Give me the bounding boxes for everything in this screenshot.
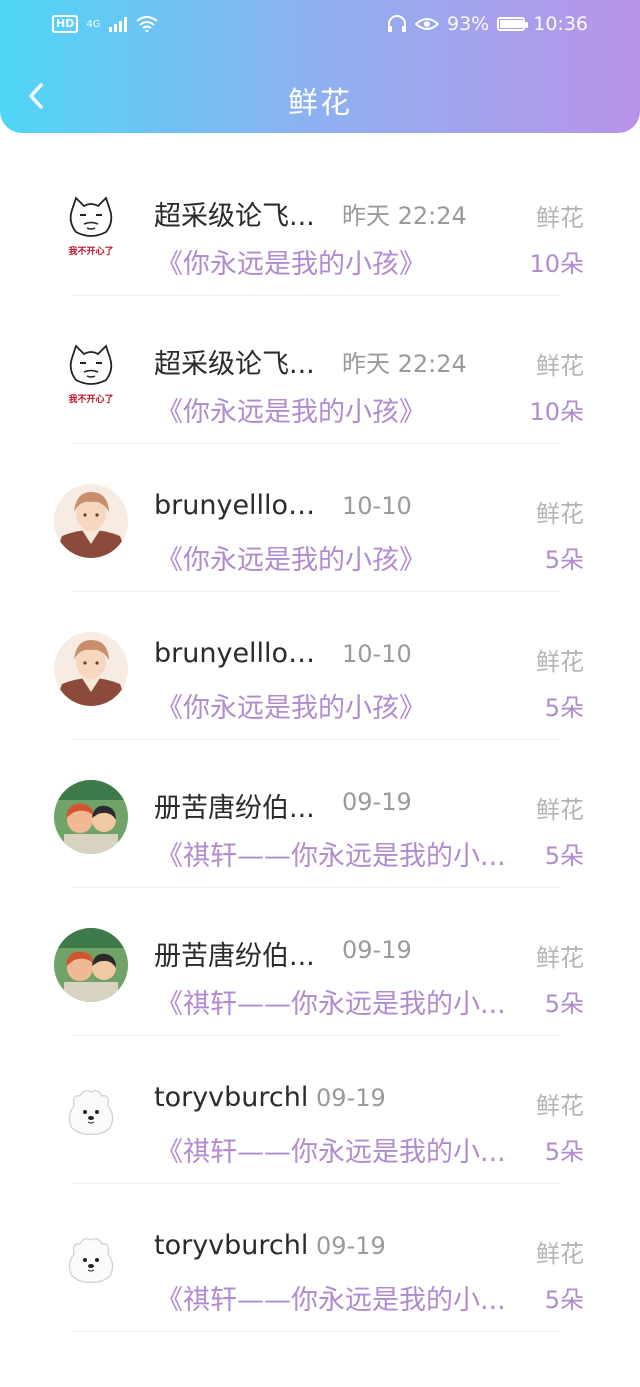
gift-time: 昨天 22:24 (342, 350, 467, 378)
book-title[interactable]: 《你永远是我的小孩》 (156, 538, 426, 577)
flower-gift-list: 我不开心了 超采级论飞... 昨天 22:24 《你永远是我的小孩》 鲜花 10朵 我不开心… (0, 148, 640, 1332)
gift-record-row[interactable]: brunyellloc... 10-10 《你永远是我的小孩》 鲜花 5朵 (0, 592, 640, 740)
gift-type: 鲜花 (536, 1092, 584, 1120)
avatar[interactable] (54, 484, 128, 558)
battery-fill (500, 20, 523, 28)
status-right: 93% 10:36 (387, 13, 588, 35)
gift-record-row[interactable]: toryvburchl 09-19 《祺轩——你永远是我的小... 鲜花 5朵 (0, 1036, 640, 1184)
gift-record-row[interactable]: 册苦唐纷伯... 09-19 《祺轩——你永远是我的小... 鲜花 5朵 (0, 888, 640, 1036)
user-name[interactable]: toryvburchl (154, 1082, 308, 1113)
gift-record-row[interactable]: 我不开心了 超采级论飞... 昨天 22:24 《你永远是我的小孩》 鲜花 10朵 (0, 296, 640, 444)
avatar-caption: 我不开心了 (68, 393, 113, 405)
signal-icon (109, 17, 128, 32)
gift-type: 鲜花 (536, 648, 584, 676)
user-name[interactable]: toryvburchl (154, 1230, 308, 1261)
headphones-icon (388, 15, 406, 32)
user-name[interactable]: 册苦唐纷伯... (154, 786, 315, 825)
gift-type: 鲜花 (536, 204, 584, 232)
battery-icon (497, 17, 529, 31)
gift-type: 鲜花 (536, 944, 584, 972)
gift-record-row[interactable]: toryvburchl 09-19 《祺轩——你永远是我的小... 鲜花 5朵 (0, 1184, 640, 1332)
gift-count: 10朵 (529, 398, 584, 426)
gift-count: 5朵 (544, 1138, 584, 1166)
gift-record-row[interactable]: 册苦唐纷伯... 09-19 《祺轩——你永远是我的小... 鲜花 5朵 (0, 740, 640, 888)
eye-comfort-icon (415, 18, 439, 30)
gift-type: 鲜花 (536, 796, 584, 824)
avatar[interactable]: 我不开心了 (54, 188, 128, 262)
user-name[interactable]: brunyellloc... (154, 638, 324, 669)
avatar-caption: 我不开心了 (68, 245, 113, 257)
status-left: HD 4G (52, 15, 159, 33)
book-title[interactable]: 《祺轩——你永远是我的小... (156, 1130, 506, 1169)
gift-record-row[interactable]: brunyellloc... 10-10 《你永远是我的小孩》 鲜花 5朵 (0, 444, 640, 592)
book-title[interactable]: 《你永远是我的小孩》 (156, 242, 426, 281)
avatar[interactable] (54, 780, 128, 854)
gift-time: 09-19 (342, 936, 412, 964)
avatar[interactable]: 我不开心了 (54, 336, 128, 410)
gift-count: 5朵 (544, 1286, 584, 1314)
gift-count: 5朵 (544, 842, 584, 870)
gift-record-row[interactable]: 我不开心了 超采级论飞... 昨天 22:24 《你永远是我的小孩》 鲜花 10朵 (0, 148, 640, 296)
user-name[interactable]: brunyellloc... (154, 490, 324, 521)
gift-type: 鲜花 (536, 1240, 584, 1268)
hd-icon: HD (52, 15, 79, 33)
gift-count: 5朵 (544, 546, 584, 574)
status-bar: HD 4G 93% 10:36 (0, 0, 640, 48)
avatar[interactable] (54, 1224, 128, 1298)
gift-count: 10朵 (529, 250, 584, 278)
network-label: 4G (86, 18, 101, 30)
gift-type: 鲜花 (536, 352, 584, 380)
gift-type: 鲜花 (536, 500, 584, 528)
user-name[interactable]: 册苦唐纷伯... (154, 934, 315, 973)
gift-time: 09-19 (316, 1232, 386, 1260)
book-title[interactable]: 《你永远是我的小孩》 (156, 390, 426, 429)
gift-time: 09-19 (342, 788, 412, 816)
row-divider (70, 1331, 560, 1332)
wifi-icon (136, 16, 159, 32)
book-title[interactable]: 《祺轩——你永远是我的小... (156, 1278, 506, 1317)
clock: 10:36 (533, 13, 588, 35)
page-title: 鲜花 (288, 86, 352, 121)
battery-percent: 93% (447, 13, 490, 35)
user-name[interactable]: 超采级论飞... (154, 194, 315, 233)
avatar[interactable] (54, 632, 128, 706)
gift-count: 5朵 (544, 694, 584, 722)
gift-time: 09-19 (316, 1084, 386, 1112)
gift-time: 10-10 (342, 492, 412, 520)
gift-time: 昨天 22:24 (342, 202, 467, 230)
avatar[interactable] (54, 1076, 128, 1150)
gift-count: 5朵 (544, 990, 584, 1018)
book-title[interactable]: 《祺轩——你永远是我的小... (156, 834, 506, 873)
gift-time: 10-10 (342, 640, 412, 668)
book-title[interactable]: 《你永远是我的小孩》 (156, 686, 426, 725)
avatar[interactable] (54, 928, 128, 1002)
book-title[interactable]: 《祺轩——你永远是我的小... (156, 982, 506, 1021)
nav-bar: 鲜花 (0, 60, 640, 132)
header: HD 4G 93% 10:36 鲜花 (0, 0, 640, 133)
user-name[interactable]: 超采级论飞... (154, 342, 315, 381)
